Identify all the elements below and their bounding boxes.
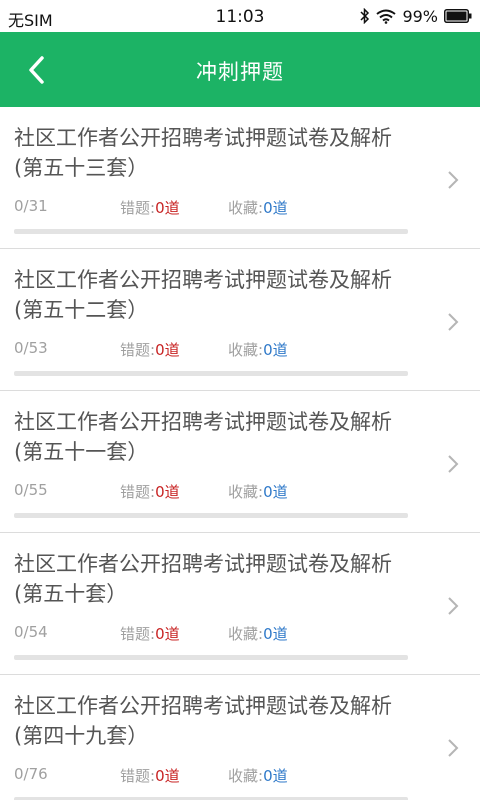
progress-bar (14, 655, 408, 660)
fav-label: 收藏: (228, 199, 264, 217)
exam-title: 社区工作者公开招聘考试押题试卷及解析(第五十套） (14, 552, 392, 606)
list-item[interactable]: 社区工作者公开招聘考试押题试卷及解析(第五十套） 0/54 错题:0道 收藏:0… (0, 533, 480, 675)
wrong-count: 错题:0道 (120, 765, 180, 786)
chevron-right-icon (448, 313, 459, 331)
progress-count: 0/55 (14, 481, 48, 499)
wrong-label: 错题: (120, 625, 156, 643)
fav-value: 0道 (263, 199, 288, 217)
progress-count: 0/53 (14, 339, 48, 357)
status-bar: 无SIM 11:03 99% (0, 0, 480, 32)
fav-label: 收藏: (228, 483, 264, 501)
fav-label: 收藏: (228, 767, 264, 785)
fav-value: 0道 (263, 341, 288, 359)
page-title: 冲刺押题 (196, 60, 284, 84)
fav-label: 收藏: (228, 625, 264, 643)
progress-bar (14, 371, 408, 376)
fav-count: 收藏:0道 (228, 197, 288, 218)
app-header: 冲刺押题 (0, 32, 480, 107)
battery-icon (444, 9, 472, 23)
fav-value: 0道 (263, 483, 288, 501)
battery-percent: 99% (402, 6, 438, 26)
wrong-value: 0道 (155, 625, 180, 643)
wrong-count: 错题:0道 (120, 339, 180, 360)
chevron-right-icon (448, 597, 459, 615)
fav-value: 0道 (263, 625, 288, 643)
fav-count: 收藏:0道 (228, 623, 288, 644)
wrong-count: 错题:0道 (120, 623, 180, 644)
exam-title: 社区工作者公开招聘考试押题试卷及解析(第五十二套） (14, 268, 392, 322)
status-icons: 99% (360, 6, 472, 26)
chevron-right-icon (448, 455, 459, 473)
wrong-label: 错题: (120, 483, 156, 501)
fav-count: 收藏:0道 (228, 765, 288, 786)
bluetooth-icon (360, 8, 370, 24)
exam-list: 社区工作者公开招聘考试押题试卷及解析(第五十三套） 0/31 错题:0道 收藏:… (0, 107, 480, 800)
chevron-right-icon (448, 739, 459, 757)
chevron-right-icon (448, 171, 459, 189)
fav-value: 0道 (263, 767, 288, 785)
wrong-value: 0道 (155, 199, 180, 217)
wifi-icon (376, 9, 397, 24)
list-item[interactable]: 社区工作者公开招聘考试押题试卷及解析(第四十九套） 0/76 错题:0道 收藏:… (0, 675, 480, 800)
wrong-label: 错题: (120, 341, 156, 359)
wrong-value: 0道 (155, 483, 180, 501)
fav-label: 收藏: (228, 341, 264, 359)
wrong-value: 0道 (155, 341, 180, 359)
wrong-count: 错题:0道 (120, 481, 180, 502)
progress-count: 0/31 (14, 197, 48, 215)
wrong-label: 错题: (120, 767, 156, 785)
list-item[interactable]: 社区工作者公开招聘考试押题试卷及解析(第五十二套） 0/53 错题:0道 收藏:… (0, 249, 480, 391)
exam-title: 社区工作者公开招聘考试押题试卷及解析(第五十一套） (14, 410, 392, 464)
progress-bar (14, 229, 408, 234)
list-item[interactable]: 社区工作者公开招聘考试押题试卷及解析(第五十一套） 0/55 错题:0道 收藏:… (0, 391, 480, 533)
exam-title: 社区工作者公开招聘考试押题试卷及解析(第五十三套） (14, 126, 392, 180)
exam-title: 社区工作者公开招聘考试押题试卷及解析(第四十九套） (14, 694, 392, 748)
wrong-label: 错题: (120, 199, 156, 217)
wrong-value: 0道 (155, 767, 180, 785)
fav-count: 收藏:0道 (228, 339, 288, 360)
fav-count: 收藏:0道 (228, 481, 288, 502)
wrong-count: 错题:0道 (120, 197, 180, 218)
list-item[interactable]: 社区工作者公开招聘考试押题试卷及解析(第五十三套） 0/31 错题:0道 收藏:… (0, 107, 480, 249)
progress-bar (14, 513, 408, 518)
progress-count: 0/76 (14, 765, 48, 783)
progress-count: 0/54 (14, 623, 48, 641)
